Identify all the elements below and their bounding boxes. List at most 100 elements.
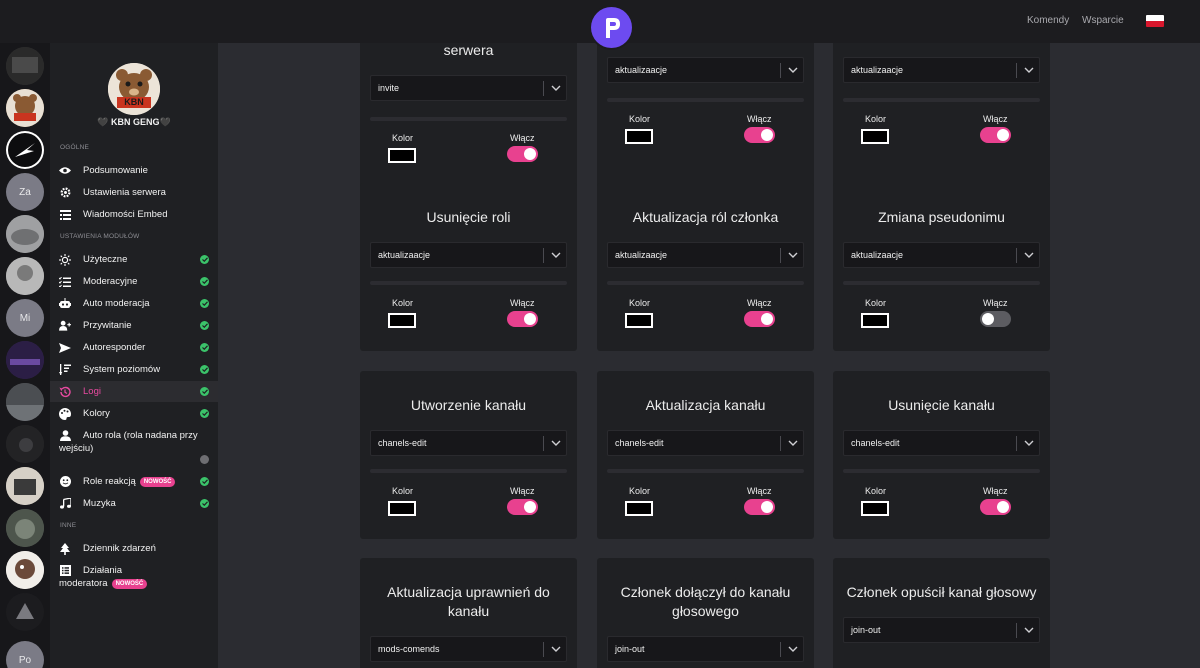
chevron-down-icon <box>1024 67 1034 73</box>
divider <box>607 469 804 473</box>
sidebar-item-autoresponder[interactable]: Autoresponder <box>50 337 218 358</box>
sidebar-item-useful[interactable]: Użyteczne <box>50 249 218 270</box>
color-swatch[interactable] <box>388 501 416 516</box>
color-swatch[interactable] <box>388 313 416 328</box>
color-label: Kolor <box>629 298 651 308</box>
channel-select[interactable]: join-out <box>607 636 804 662</box>
channel-select[interactable]: aktualizaacje <box>607 57 804 83</box>
chevron-down-icon <box>788 440 798 446</box>
sidebar-item-logs[interactable]: Logi <box>50 381 218 402</box>
sidebar-item-summary[interactable]: Podsumowanie <box>50 160 218 181</box>
channel-select[interactable]: chanels-edit <box>370 430 567 456</box>
toggle-knob <box>761 129 773 141</box>
enable-toggle[interactable] <box>744 311 775 327</box>
chevron-down-icon <box>788 252 798 258</box>
enable-toggle[interactable] <box>507 146 538 162</box>
channel-select[interactable]: join-out <box>843 617 1040 643</box>
channel-select[interactable]: mods-comends <box>370 636 567 662</box>
sidebar-item-server-settings[interactable]: Ustawienia serwera <box>50 182 218 203</box>
support-link[interactable]: Wsparcie <box>1082 15 1124 26</box>
sidebar-item-colors[interactable]: Kolory <box>50 403 218 424</box>
check-icon <box>200 499 209 508</box>
toggle-knob <box>524 148 536 160</box>
color-label: Kolor <box>629 486 651 496</box>
log-card-channel-update: Aktualizacja kanału chanels-edit Kolor W… <box>597 371 814 539</box>
color-swatch[interactable] <box>861 129 889 144</box>
sidebar-item-moderation[interactable]: Moderacyjne <box>50 271 218 292</box>
sidebar-item-level-system[interactable]: System poziomów <box>50 359 218 380</box>
channel-select[interactable]: chanels-edit <box>843 430 1040 456</box>
color-swatch[interactable] <box>861 313 889 328</box>
channel-select[interactable]: aktualizaacje <box>370 242 567 268</box>
channel-select[interactable]: aktualizaacje <box>607 242 804 268</box>
channel-select[interactable]: invite <box>370 75 567 101</box>
sidebar-item-auto-moderation[interactable]: Auto moderacja <box>50 293 218 314</box>
select-separator <box>543 642 544 657</box>
server-icon[interactable] <box>6 257 44 295</box>
channel-select[interactable]: aktualizaacje <box>843 57 1040 83</box>
server-image-icon <box>6 383 44 421</box>
color-swatch[interactable] <box>625 313 653 328</box>
color-swatch[interactable] <box>388 148 416 163</box>
server-icon[interactable] <box>6 509 44 547</box>
sidebar-item-label-line2: wejściu) <box>59 443 94 454</box>
divider <box>843 281 1040 285</box>
toggle-knob <box>997 501 1009 513</box>
channel-select[interactable]: aktualizaacje <box>843 242 1040 268</box>
log-card-channel-permissions-update: Aktualizacja uprawnień do kanału mods-co… <box>360 558 577 668</box>
color-swatch[interactable] <box>625 501 653 516</box>
enable-toggle[interactable] <box>507 499 538 515</box>
sidebar-item-auto-role[interactable]: Auto rola (rola nadana przy wejściu) <box>50 425 218 464</box>
brand-logo-icon[interactable] <box>591 7 632 48</box>
enable-label: Włącz <box>983 298 1008 308</box>
enable-toggle[interactable] <box>744 499 775 515</box>
log-card-channel-create: Utworzenie kanału chanels-edit Kolor Włą… <box>360 371 577 539</box>
toggle-knob <box>761 313 773 325</box>
sidebar-item-reaction-roles[interactable]: Role reakcją NOWOŚĆ <box>50 471 218 492</box>
server-icon-po[interactable]: Po <box>6 641 44 668</box>
server-icon[interactable] <box>6 341 44 379</box>
server-icon-za[interactable]: Za <box>6 173 44 211</box>
bear-avatar-icon <box>108 63 160 115</box>
language-flag-icon[interactable] <box>1146 15 1164 27</box>
server-icon[interactable] <box>6 47 44 85</box>
commands-link[interactable]: Komendy <box>1027 15 1069 26</box>
server-icon[interactable] <box>6 467 44 505</box>
chevron-down-icon <box>1024 252 1034 258</box>
sidebar-item-embed-messages[interactable]: Wiadomości Embed <box>50 204 218 225</box>
page-scrollbar[interactable] <box>1192 43 1200 668</box>
enable-toggle[interactable] <box>744 127 775 143</box>
color-swatch[interactable] <box>861 501 889 516</box>
enable-toggle[interactable] <box>507 311 538 327</box>
server-icon[interactable] <box>6 89 44 127</box>
select-separator <box>1016 623 1017 638</box>
avatar-text: KBN <box>124 97 144 107</box>
sidebar-item-event-log[interactable]: Dziennik zdarzeń <box>50 538 218 559</box>
sort-icon <box>59 364 71 375</box>
server-icon[interactable] <box>6 215 44 253</box>
log-card-member-roles-update: Aktualizacja ról członka aktualizaacje K… <box>597 183 814 351</box>
server-icon[interactable] <box>6 593 44 631</box>
enable-toggle[interactable] <box>980 499 1011 515</box>
server-icon[interactable] <box>6 551 44 589</box>
server-icon[interactable] <box>6 131 44 169</box>
bear-icon <box>6 89 44 127</box>
sidebar-item-music[interactable]: Muzyka <box>50 493 218 514</box>
channel-select[interactable]: chanels-edit <box>607 430 804 456</box>
sidebar-item-label: Przywitanie <box>83 320 132 331</box>
server-image-icon <box>6 593 44 631</box>
card-title: Członek dołączył do kanału głosowego <box>620 584 791 619</box>
sidebar-item-welcome[interactable]: Przywitanie <box>50 315 218 336</box>
server-icon[interactable] <box>6 425 44 463</box>
server-icon[interactable] <box>6 383 44 421</box>
color-swatch[interactable] <box>625 129 653 144</box>
server-icon-mi[interactable]: Mi <box>6 299 44 337</box>
enable-toggle[interactable] <box>980 127 1011 143</box>
divider <box>370 469 567 473</box>
sidebar-item-label: Autoresponder <box>83 342 146 353</box>
toggle-knob <box>761 501 773 513</box>
enable-toggle[interactable] <box>980 311 1011 327</box>
sidebar-item-moderator-actions[interactable]: Działania moderatora NOWOŚĆ <box>50 560 218 592</box>
eye-icon <box>59 165 71 176</box>
color-label: Kolor <box>865 298 887 308</box>
